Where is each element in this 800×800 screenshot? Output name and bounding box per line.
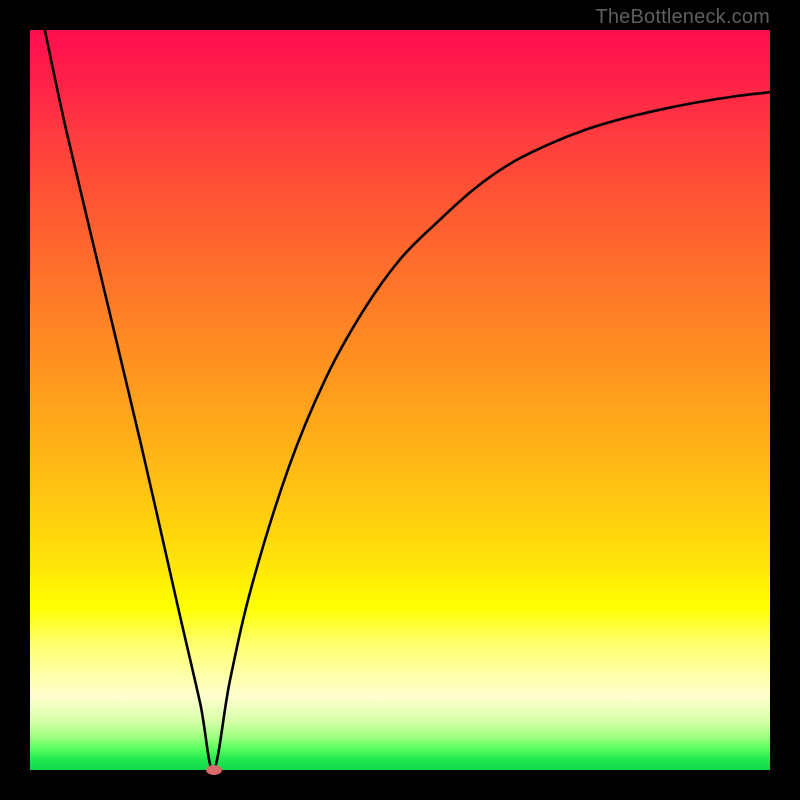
bottleneck-curve — [45, 30, 770, 770]
plot-area — [30, 30, 770, 770]
minimum-marker-icon — [206, 765, 222, 775]
curve-svg — [30, 30, 770, 770]
attribution-label: TheBottleneck.com — [595, 6, 770, 29]
chart-container: TheBottleneck.com — [0, 0, 800, 800]
